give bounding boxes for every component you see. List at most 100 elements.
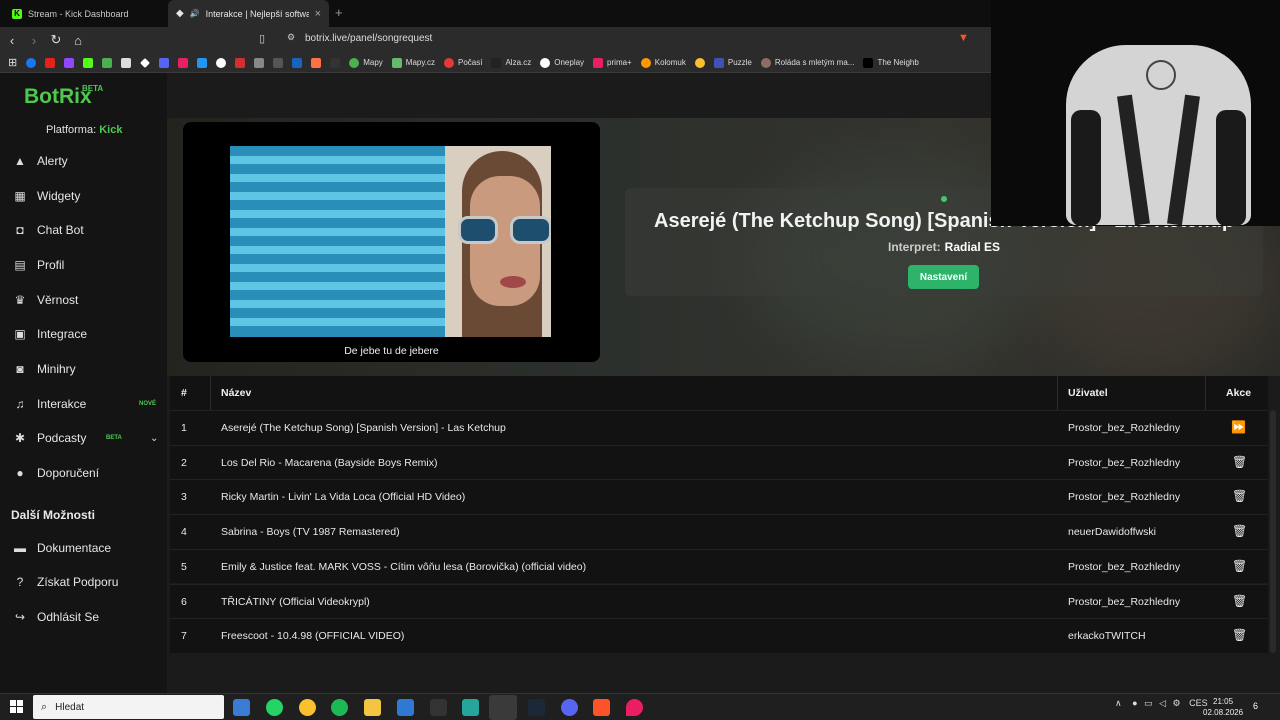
table-scrollbar[interactable] (1270, 410, 1276, 653)
video-frame[interactable] (230, 146, 551, 337)
trash-icon[interactable]: 🗑 (1232, 594, 1247, 608)
bookmark-dark[interactable] (273, 57, 284, 68)
table-row[interactable]: 1 Aserejé (The Ketchup Song) [Spanish Ve… (170, 410, 1268, 445)
sidebar-item-alerty[interactable]: ▲ Alerty (0, 146, 167, 176)
bookmark-diamond[interactable] (140, 57, 151, 68)
bookmark-neighb[interactable]: The Neighb (863, 57, 919, 68)
app-teal-icon[interactable] (462, 699, 479, 716)
bookmark-icon[interactable]: ▯ (259, 32, 265, 45)
bookmark-blue[interactable] (197, 57, 208, 68)
trash-icon[interactable]: 🗑 (1232, 524, 1247, 538)
bookmark-mapy[interactable]: Mapy (349, 57, 383, 68)
steam-icon[interactable] (528, 699, 545, 716)
forward-icon[interactable]: › (24, 33, 44, 48)
live-indicator-dot (941, 196, 947, 202)
settings-tray-icon[interactable]: ⚙ (1173, 698, 1181, 708)
volume-icon[interactable]: ◁ (1159, 698, 1166, 708)
close-tab-icon[interactable]: × (315, 8, 321, 20)
bookmark-pink[interactable] (178, 57, 189, 68)
song-queue-table: # Název Uživatel Akce 1 Aserejé (The Ket… (170, 376, 1268, 653)
pin-app-icon[interactable] (626, 699, 643, 716)
col-user[interactable]: Uživatel (1068, 387, 1108, 399)
home-icon[interactable]: ⌂ (68, 33, 88, 48)
apps-icon[interactable]: ⊞ (8, 56, 17, 69)
app-k-icon[interactable] (397, 699, 414, 716)
taskbar-search[interactable]: ⌕ Hledat (33, 695, 224, 719)
bookmark-stats[interactable] (102, 57, 113, 68)
bookmark-h[interactable] (292, 57, 303, 68)
task-view-icon[interactable] (233, 699, 250, 716)
bookmark-red[interactable] (235, 57, 246, 68)
sidebar-item-podcasty[interactable]: ✱ Podcasty BETA ⌄ (0, 423, 167, 453)
bookmark-prima[interactable]: prima+ (593, 57, 632, 68)
reload-icon[interactable]: ↻ (46, 32, 66, 48)
notifications-badge[interactable]: 6 (1253, 701, 1258, 711)
bookmark-youtube[interactable] (45, 57, 56, 68)
sidebar-item-vernost[interactable]: ♛ Věrnost (0, 285, 167, 315)
sidebar-item-odhlasit[interactable]: ↪ Odhlásit Se (0, 602, 167, 632)
chevron-up-icon[interactable]: ∧ (1115, 698, 1122, 708)
bookmark-puzzle[interactable]: Puzzle (713, 57, 752, 68)
sidebar-item-integrace[interactable]: ▣ Integrace (0, 319, 167, 349)
bookmark-twitch[interactable] (64, 57, 75, 68)
logout-icon: ↪ (14, 610, 26, 624)
chrome-icon[interactable] (299, 699, 316, 716)
clock[interactable]: 21:05 02.08.2026 (1203, 696, 1243, 718)
bookmark-kick[interactable] (83, 57, 94, 68)
mic-icon[interactable]: ● (1132, 698, 1137, 708)
bookmark-discord[interactable] (159, 57, 170, 68)
app-g-icon[interactable] (430, 699, 447, 716)
chevron-down-icon[interactable]: ⌄ (150, 433, 158, 444)
table-row[interactable]: 6 TŘICÁTINY (Official Videokrypl) Prosto… (170, 583, 1268, 619)
trash-icon[interactable]: 🗑 (1232, 628, 1247, 642)
brave-icon[interactable] (593, 699, 610, 716)
col-name[interactable]: Název (221, 387, 251, 399)
sidebar-item-doporuceni[interactable]: ● Doporučení (0, 458, 167, 488)
settings-button[interactable]: Nastavení (908, 265, 979, 289)
table-row[interactable]: 7 Freescoot - 10.4.98 (OFFICIAL VIDEO) e… (170, 618, 1268, 653)
url-field[interactable]: botrix.live/panel/songrequest (305, 33, 432, 44)
sidebar-item-widgety[interactable]: ▦ Widgety (0, 181, 167, 211)
sidebar-item-interakce[interactable]: ♫ Interakce NOVÉ (0, 389, 167, 419)
sidebar-item-podpora[interactable]: ? Získat Podporu (0, 567, 167, 597)
brave-shield-icon[interactable]: ▼ (958, 32, 969, 44)
bookmark-purple[interactable] (330, 57, 341, 68)
widgets-icon: ▦ (14, 189, 26, 203)
table-row[interactable]: 5 Emily & Justice feat. MARK VOSS - Cíti… (170, 548, 1268, 584)
trash-icon[interactable]: 🗑 (1232, 489, 1247, 503)
bookmark-anchor[interactable] (121, 57, 132, 68)
trash-icon[interactable]: 🗑 (1232, 455, 1247, 469)
site-info-icon[interactable]: ⚙ (287, 32, 295, 43)
windows-start-icon[interactable] (10, 700, 23, 713)
obs-active-icon[interactable] (489, 695, 517, 720)
bookmark-oneplay[interactable]: Oneplay (540, 57, 584, 68)
bookmark-pocasi[interactable]: Počasí (443, 57, 482, 68)
new-tab-icon[interactable]: + (335, 5, 343, 20)
tab-botrix-interakce[interactable]: ◆ 🔊 Interakce | Nejlepší software p × (168, 0, 329, 27)
trash-icon[interactable]: 🗑 (1232, 559, 1247, 573)
bookmark-facebook[interactable] (26, 57, 37, 68)
bookmark-alza[interactable]: Alza.cz (491, 57, 531, 68)
table-row[interactable]: 2 Los Del Rio - Macarena (Bayside Boys R… (170, 444, 1268, 480)
sidebar-item-dokumentace[interactable]: ▬ Dokumentace (0, 533, 167, 563)
file-explorer-icon[interactable] (364, 699, 381, 716)
discord-icon[interactable] (561, 699, 578, 716)
table-row[interactable]: 4 Sabrina - Boys (TV 1987 Remastered) ne… (170, 514, 1268, 549)
tab-kick-dashboard[interactable]: K Stream - Kick Dashboard (4, 0, 164, 27)
bookmark-chrome[interactable] (694, 57, 705, 68)
bookmark-mapy-cz[interactable]: Mapy.cz (391, 57, 435, 68)
network-icon[interactable]: ▭ (1144, 698, 1153, 708)
bookmark-kolomuk[interactable]: Kolomuk (640, 57, 686, 68)
sidebar-item-chat-bot[interactable]: ◘ Chat Bot (0, 215, 167, 245)
sidebar-item-profil[interactable]: ▤ Profil (0, 250, 167, 280)
bookmark-google[interactable] (216, 57, 227, 68)
skip-icon[interactable]: ⏩ (1231, 420, 1246, 434)
back-icon[interactable]: ‹ (2, 33, 22, 48)
spotify-icon[interactable] (331, 699, 348, 716)
whatsapp-icon[interactable] (266, 699, 283, 716)
bookmark-gray[interactable] (254, 57, 265, 68)
bookmark-orange[interactable] (311, 57, 322, 68)
table-row[interactable]: 3 Ricky Martin - Livin' La Vida Loca (Of… (170, 479, 1268, 515)
sidebar-item-minihry[interactable]: ◙ Minihry (0, 354, 167, 384)
bookmark-rolada[interactable]: Roláda s mletým ma... (760, 57, 854, 68)
